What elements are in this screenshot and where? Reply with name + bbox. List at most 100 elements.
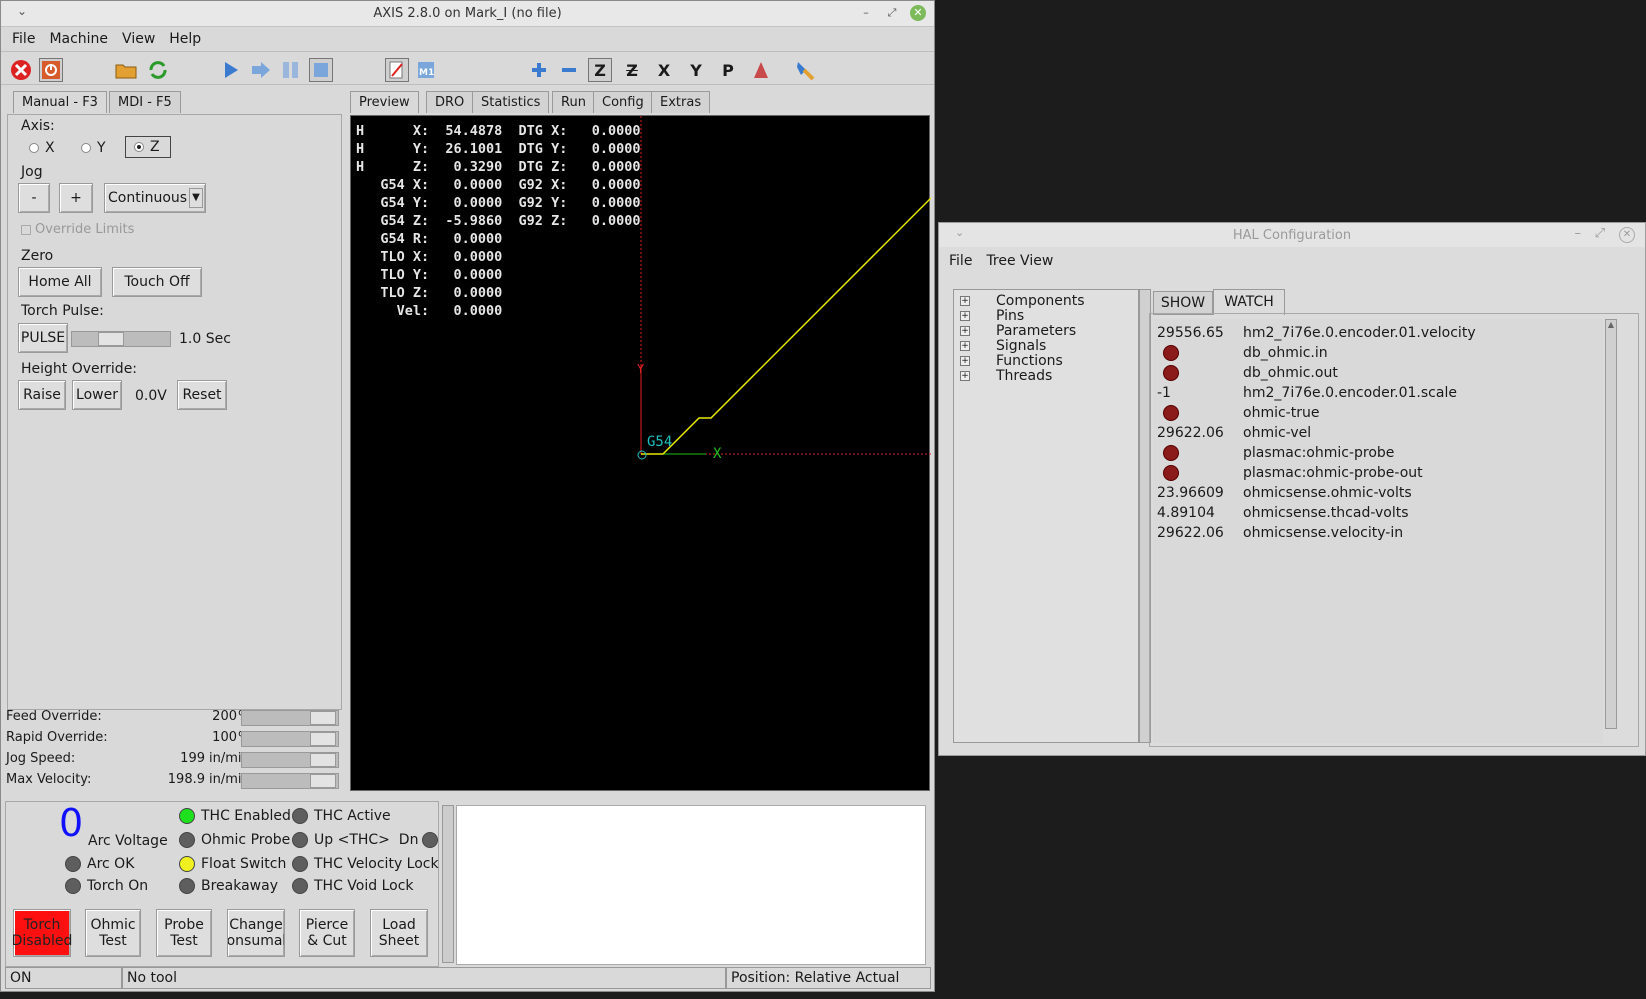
tree-item-components[interactable]: + Components (960, 293, 1138, 309)
ohmic-test-button[interactable]: Ohmic Test (85, 909, 141, 957)
preview-canvas[interactable]: H X: 54.4878 DTG X: 0.0000 H Y: 26.1001 D… (350, 115, 931, 791)
lower-button[interactable]: Lower (72, 380, 122, 410)
float-switch-indicator: Float Switch (179, 856, 286, 872)
menu-help[interactable]: Help (164, 31, 206, 47)
step-icon[interactable] (249, 58, 273, 82)
tree-item-pins[interactable]: + Pins (960, 308, 1138, 324)
status-state: ON (5, 967, 122, 989)
expand-icon[interactable]: + (960, 325, 970, 336)
max-velocity-slider[interactable] (241, 773, 339, 789)
view-perspective-icon[interactable]: P (716, 58, 740, 82)
pause-icon[interactable] (279, 58, 303, 82)
zoom-out-icon[interactable] (557, 58, 581, 82)
hal-window: ⌄ HAL Configuration – ⤢ ✕ File Tree View… (938, 222, 1646, 756)
pulse-slider[interactable] (71, 331, 171, 347)
rotate-icon[interactable] (749, 58, 773, 82)
open-file-icon[interactable] (114, 58, 138, 82)
maximize-icon[interactable]: ⤢ (884, 5, 900, 21)
touch-off-button[interactable]: Touch Off (112, 267, 202, 297)
close-icon[interactable]: ✕ (910, 5, 926, 21)
expand-icon[interactable]: + (960, 295, 970, 306)
run-icon[interactable] (219, 58, 243, 82)
tab-preview[interactable]: Preview (350, 91, 419, 113)
tree-item-parameters[interactable]: + Parameters (960, 323, 1138, 339)
checkbox-icon[interactable] (21, 224, 31, 235)
pierce-and-cut-button[interactable]: Pierce & Cut (299, 909, 355, 957)
tab-config[interactable]: Config (593, 91, 653, 113)
pulse-slider-knob[interactable] (98, 332, 124, 346)
menu-view[interactable]: View (117, 31, 160, 47)
axis-x-radio[interactable]: X (29, 140, 55, 156)
minimize-icon[interactable]: – (858, 5, 874, 21)
feed-override-slider[interactable] (241, 710, 339, 726)
view-z2-icon[interactable]: Z (620, 58, 644, 82)
window-menu-icon[interactable]: ⌄ (955, 226, 964, 239)
menu-file[interactable]: File (7, 31, 40, 47)
home-all-button[interactable]: Home All (18, 267, 102, 297)
window-menu-icon[interactable]: ⌄ (17, 4, 27, 18)
hal-menu-tree-view[interactable]: Tree View (986, 253, 1053, 269)
override-limits-checkbox[interactable]: Override Limits (21, 222, 134, 237)
chevron-down-icon[interactable]: ▼ (189, 188, 203, 208)
rapid-override-label: Rapid Override: (6, 730, 108, 745)
jog-mode-select[interactable]: Continuous ▼ (104, 183, 206, 213)
optional-stop-icon[interactable]: M1 (415, 58, 439, 82)
thc-velocity-lock-indicator: THC Velocity Lock (292, 856, 439, 872)
tree-item-threads[interactable]: + Threads (960, 368, 1138, 384)
close-icon[interactable]: ✕ (1619, 227, 1635, 243)
hal-titlebar: ⌄ HAL Configuration – ⤢ ✕ (939, 223, 1645, 247)
tab-mdi[interactable]: MDI - F5 (109, 91, 181, 113)
rapid-override-slider[interactable] (241, 731, 339, 747)
feed-slider-knob[interactable] (310, 711, 336, 725)
axis-z-radio[interactable]: Z (125, 136, 171, 158)
expand-icon[interactable]: + (960, 310, 970, 321)
load-sheet-button[interactable]: Load Sheet (370, 909, 428, 957)
change-consumable-button[interactable]: ChangeConsumabl (227, 909, 285, 957)
jog-plus-button[interactable]: + (59, 183, 93, 213)
view-y-icon[interactable]: Y (684, 58, 708, 82)
zoom-in-icon[interactable] (527, 58, 551, 82)
expand-icon[interactable]: + (960, 355, 970, 366)
view-z-icon[interactable]: Z (588, 58, 612, 82)
minimize-icon[interactable]: – (1575, 226, 1582, 241)
hal-menu-file[interactable]: File (949, 253, 972, 269)
tab-run[interactable]: Run (552, 91, 595, 113)
tab-manual[interactable]: Manual - F3 (13, 91, 107, 113)
machine-power-icon[interactable] (39, 58, 63, 82)
max-velocity-knob[interactable] (310, 774, 336, 788)
stop-icon[interactable] (309, 58, 333, 82)
rapid-slider-knob[interactable] (310, 732, 336, 746)
view-x-icon[interactable]: X (652, 58, 676, 82)
axis-y-radio[interactable]: Y (81, 140, 106, 156)
maximize-icon[interactable]: ⤢ (1595, 226, 1605, 241)
tab-show[interactable]: SHOW (1153, 291, 1213, 315)
reset-button[interactable]: Reset (177, 380, 227, 410)
jog-speed-knob[interactable] (310, 753, 336, 767)
radio-x[interactable] (29, 143, 39, 153)
clear-backplot-icon[interactable] (793, 58, 817, 82)
tab-statistics[interactable]: Statistics (472, 91, 550, 113)
message-area[interactable] (456, 805, 926, 965)
expand-icon[interactable]: + (960, 370, 970, 381)
torch-disabled-button[interactable]: Torch Disabled (12, 909, 72, 957)
radio-z[interactable] (134, 142, 144, 152)
scroll-up-icon[interactable]: ▲ (1606, 320, 1616, 329)
jog-minus-button[interactable]: - (18, 183, 50, 213)
tab-extras[interactable]: Extras (651, 91, 711, 113)
tree-item-signals[interactable]: + Signals (960, 338, 1138, 354)
tree-item-functions[interactable]: + Functions (960, 353, 1138, 369)
radio-y[interactable] (81, 143, 91, 153)
tab-watch[interactable]: WATCH (1213, 289, 1285, 315)
reload-icon[interactable] (146, 58, 170, 82)
menu-machine[interactable]: Machine (44, 31, 113, 47)
block-delete-icon[interactable] (385, 58, 409, 82)
tab-dro[interactable]: DRO (426, 91, 474, 113)
expand-icon[interactable]: + (960, 340, 970, 351)
watch-scrollbar[interactable]: ▲ (1605, 319, 1617, 729)
probe-test-button[interactable]: Probe Test (156, 909, 212, 957)
raise-button[interactable]: Raise (18, 380, 66, 410)
estop-icon[interactable] (9, 58, 33, 82)
jog-speed-slider[interactable] (241, 752, 339, 768)
pulse-button[interactable]: PULSE (18, 323, 68, 353)
message-scrollbar[interactable] (442, 805, 454, 963)
